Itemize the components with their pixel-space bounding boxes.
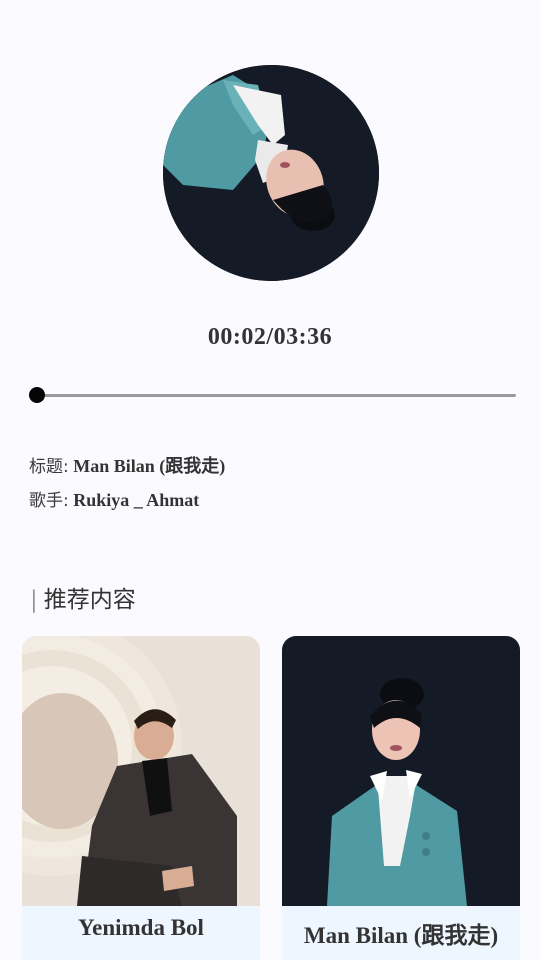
song-artist-value: Rukiya _ Ahmat (73, 490, 200, 510)
song-artist-label: 歌手: (29, 491, 69, 511)
song-title-label: 标题: (29, 457, 69, 477)
progress-track[interactable] (32, 394, 516, 397)
album-cover-image (163, 65, 379, 281)
section-title-text: 推荐内容 (43, 587, 136, 613)
recommend-card-image[interactable] (282, 636, 520, 906)
section-bar: | (30, 587, 38, 613)
progress-slider[interactable] (24, 386, 516, 404)
song-info: 标题: Man Bilan (跟我走) 歌手: Rukiya _ Ahmat (29, 452, 225, 520)
recommend-section-title: | 推荐内容 (30, 580, 136, 614)
song-title-value: Man Bilan (跟我走) (73, 456, 226, 476)
recommend-card[interactable]: Yenimda Bol (22, 636, 260, 960)
recommend-card-title[interactable]: Yenimda Bol (22, 906, 260, 960)
music-player-page: 00:02/03:36 标题: Man Bilan (跟我走) 歌手: Ruki… (0, 0, 540, 960)
playback-time: 00:02/03:36 (207, 324, 333, 350)
album-cover (163, 65, 379, 281)
song-artist-row: 歌手: Rukiya _ Ahmat (29, 486, 225, 520)
recommend-card-title[interactable]: Man Bilan (跟我走) (282, 906, 520, 960)
recommend-card-image[interactable] (22, 636, 260, 906)
song-title-row: 标题: Man Bilan (跟我走) (29, 452, 225, 486)
progress-thumb[interactable] (29, 387, 45, 403)
recommend-card[interactable]: Man Bilan (跟我走) (282, 636, 520, 960)
